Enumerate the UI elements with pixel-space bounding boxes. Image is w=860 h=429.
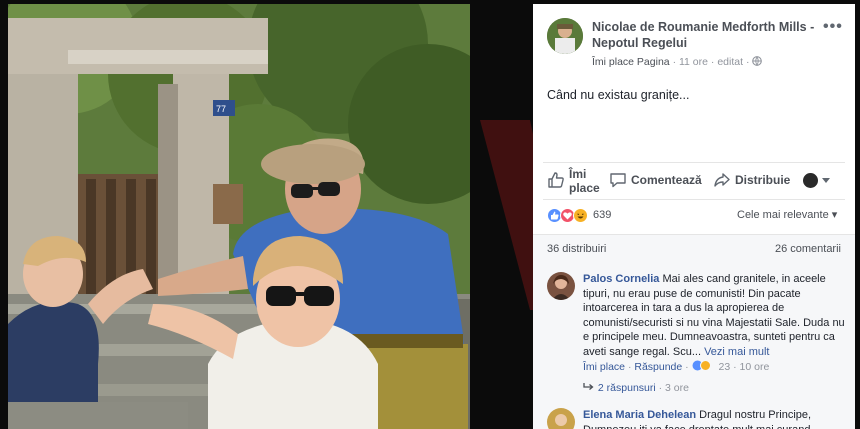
- chevron-down-icon: [822, 178, 830, 183]
- share-arrow-icon: [714, 173, 730, 187]
- comment-footer: Îmi place · Răspunde · 23 · 10 ore: [583, 360, 769, 373]
- edited-label[interactable]: editat: [717, 56, 743, 68]
- comment-reply-link[interactable]: Răspunde: [634, 361, 682, 373]
- reply-arrow-icon: [583, 383, 594, 390]
- replies-count: 2 răspunsuri: [597, 382, 656, 394]
- comments-section: Palos Cornelia Mai ales cand granitele, …: [533, 262, 855, 429]
- comment-label: Comentează: [631, 173, 702, 187]
- comment-sort-dropdown[interactable]: Cele mai relevante ▾: [737, 208, 837, 221]
- globe-icon: [752, 56, 763, 66]
- footer-separator: ·: [627, 361, 632, 373]
- action-bar: Îmi place Comentează Distribuie: [543, 162, 845, 200]
- replies-time: 3 ore: [665, 382, 689, 394]
- comment-body: Elena Maria Dehelean Dragul nostru Princ…: [583, 408, 845, 429]
- haha-reaction-icon: [573, 208, 588, 223]
- comment-author-link[interactable]: Palos Cornelia: [583, 273, 659, 285]
- shares-count-link[interactable]: 36 distribuiri: [547, 243, 606, 255]
- post-header: Nicolae de Roumanie Medforth Mills - Nep…: [533, 4, 855, 74]
- meta-separator: ·: [710, 56, 715, 68]
- page-name-link[interactable]: Nicolae de Roumanie Medforth Mills - Nep…: [592, 19, 820, 51]
- house-number: 77: [216, 104, 226, 114]
- footer-separator: ·: [733, 361, 737, 373]
- commenter-avatar[interactable]: [547, 408, 575, 429]
- comment-icon: [610, 173, 626, 188]
- like-label-line2: place: [569, 181, 600, 195]
- comment-button[interactable]: Comentează: [609, 171, 709, 193]
- post-meta: Îmi place Pagina · 11 ore · editat ·: [592, 56, 763, 68]
- share-button[interactable]: Distribuie: [713, 171, 799, 193]
- footer-separator: ·: [685, 361, 689, 373]
- meta-separator: ·: [672, 56, 677, 68]
- like-page-link[interactable]: Îmi place Pagina: [592, 56, 670, 68]
- react-as-selector[interactable]: [803, 171, 837, 193]
- comment-author-link[interactable]: Elena Maria Dehelean: [583, 409, 696, 421]
- screenshot: 77 Nicolae de Roumanie Medforth Mills - …: [0, 0, 860, 429]
- post-stats-bar: 36 distribuiri 26 comentarii: [533, 234, 855, 262]
- more-options-icon[interactable]: •••: [823, 18, 843, 36]
- post-photo[interactable]: 77: [8, 4, 470, 429]
- meta-separator: ·: [745, 56, 750, 68]
- comment-like-link[interactable]: Îmi place: [583, 361, 625, 373]
- facebook-post-panel: Nicolae de Roumanie Medforth Mills - Nep…: [533, 4, 855, 429]
- like-label-line1: Îmi: [569, 167, 587, 181]
- post-text: Când nu existau granițe...: [547, 88, 690, 102]
- post-time[interactable]: 11 ore: [679, 56, 708, 68]
- profile-mini-avatar: [803, 173, 818, 188]
- comment-time[interactable]: 10 ore: [740, 361, 770, 373]
- comments-count-link[interactable]: 26 comentarii: [775, 243, 841, 255]
- footer-separator: ·: [658, 382, 663, 394]
- comment-body: Palos Cornelia Mai ales cand granitele, …: [583, 272, 845, 359]
- like-button[interactable]: Îmi place: [547, 167, 607, 199]
- reactions-count: 639: [593, 209, 612, 221]
- photo-illustration: 77: [8, 4, 470, 429]
- comment-reactions-icon[interactable]: [692, 360, 716, 371]
- commenter-avatar[interactable]: [547, 272, 575, 300]
- thumbs-up-icon: [548, 172, 564, 188]
- comment-reactions-count: 23: [718, 361, 731, 373]
- view-replies-link[interactable]: 2 răspunsuri · 3 ore: [583, 382, 689, 394]
- see-more-link[interactable]: Vezi mai mult: [704, 346, 769, 358]
- page-avatar[interactable]: [547, 18, 583, 54]
- share-label: Distribuie: [735, 173, 791, 187]
